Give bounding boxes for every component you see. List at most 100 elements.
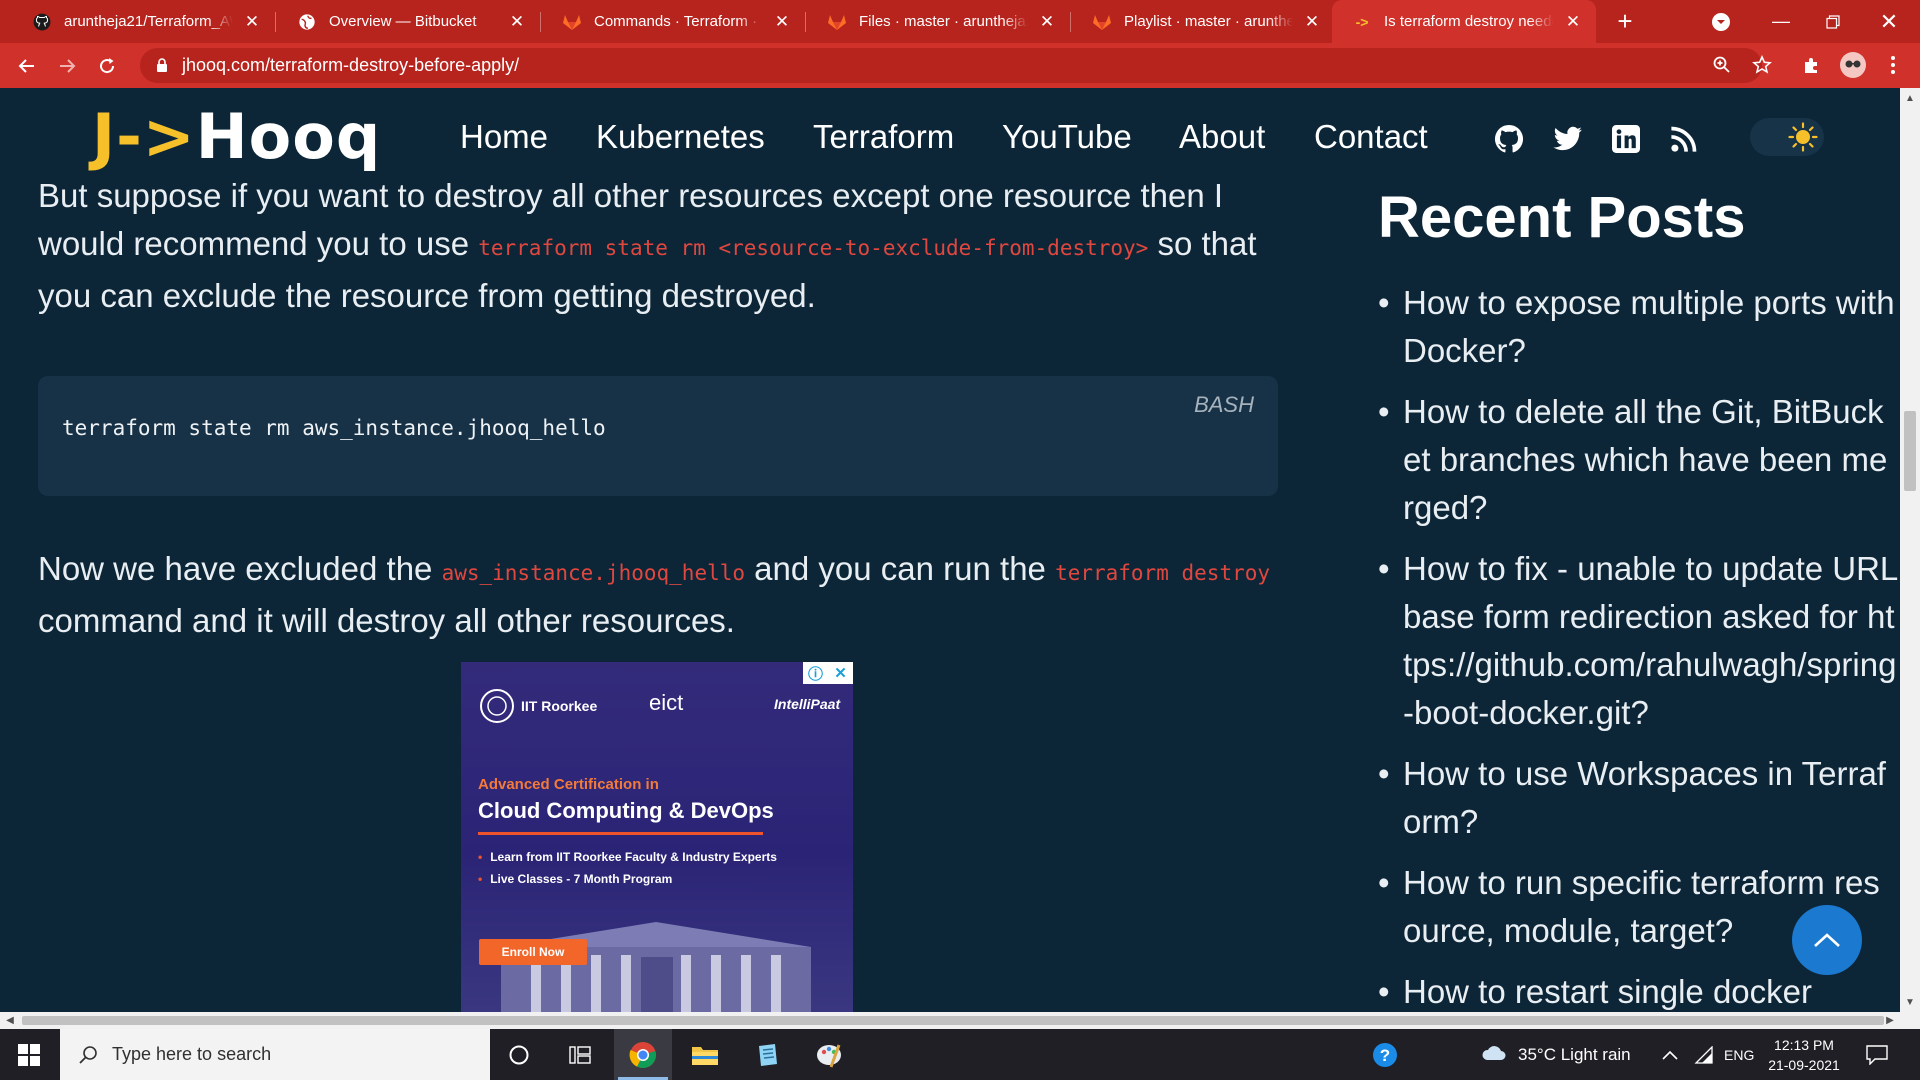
horizontal-scrollbar[interactable]: ◀ ▶ — [0, 1012, 1920, 1029]
ad-close-icon[interactable]: ✕ — [828, 662, 853, 684]
recent-post-link[interactable]: How to restart single docker — [1378, 968, 1898, 1012]
task-view-button[interactable] — [551, 1029, 609, 1080]
logo-arrow: J-> — [92, 100, 196, 173]
restore-button[interactable] — [1808, 0, 1858, 43]
help-tray-icon[interactable]: ? — [1372, 1029, 1398, 1080]
app-taskbar-button[interactable] — [738, 1029, 796, 1080]
restore-icon — [1826, 14, 1840, 29]
clock-time: 12:13 PM — [1774, 1037, 1834, 1053]
scroll-down-arrow-icon[interactable]: ▼ — [1902, 994, 1918, 1010]
profile-button[interactable] — [1838, 50, 1868, 80]
vertical-scrollbar[interactable]: ▲ ▼ — [1900, 88, 1920, 1012]
code-block[interactable]: BASH terraform state rm aws_instance.jho… — [38, 376, 1278, 496]
gitlab-icon — [827, 12, 847, 32]
web-page: J->Hooq Home Kubernetes Terraform YouTub… — [0, 88, 1900, 1012]
notes-app-icon — [759, 1043, 777, 1066]
address-bar[interactable]: jhooq.com/terraform-destroy-before-apply… — [140, 48, 1762, 83]
site-logo[interactable]: J->Hooq — [92, 100, 381, 173]
ad-divider — [478, 832, 763, 835]
tab-gitlab-files[interactable]: Files · master · aruntheja21 / ... ✕ — [807, 0, 1071, 43]
arrow-right-icon — [60, 59, 76, 73]
search-placeholder: Type here to search — [112, 1044, 272, 1064]
network-button[interactable] — [1694, 1029, 1714, 1080]
close-icon[interactable]: ✕ — [1562, 11, 1584, 33]
nav-kubernetes[interactable]: Kubernetes — [596, 118, 765, 156]
jhooq-icon: -> — [1355, 13, 1369, 30]
nav-terraform[interactable]: Terraform — [813, 118, 954, 156]
horizontal-scroll-thumb[interactable] — [22, 1016, 1884, 1025]
new-tab-button[interactable]: + — [1608, 0, 1642, 43]
file-explorer-button[interactable] — [676, 1029, 734, 1080]
tab-title: Playlist · master · aruntheja21 — [1124, 13, 1293, 30]
tab-title: aruntheja21/Terraform_AWS — [64, 13, 233, 30]
extensions-button[interactable] — [1797, 50, 1827, 80]
more-vert-icon — [1891, 56, 1895, 74]
vertical-scroll-thumb[interactable] — [1904, 411, 1916, 491]
paint-app-button[interactable] — [800, 1029, 858, 1080]
scroll-left-arrow-icon[interactable]: ◀ — [2, 1012, 18, 1028]
scroll-to-top-button[interactable] — [1792, 905, 1862, 975]
cortana-button[interactable] — [490, 1029, 548, 1080]
sun-icon — [1788, 122, 1818, 152]
close-window-button[interactable]: ✕ — [1862, 0, 1916, 43]
nav-youtube[interactable]: YouTube — [1002, 118, 1132, 156]
notifications-button[interactable] — [1866, 1029, 1888, 1080]
advertisement-banner[interactable]: ⓘ ✕ IIT Roorkee eict IntelliPaat Advance… — [461, 662, 853, 1012]
tab-github[interactable]: aruntheja21/Terraform_AWS ✕ — [12, 0, 276, 43]
github-icon[interactable] — [1492, 122, 1526, 156]
close-icon[interactable]: ✕ — [1036, 11, 1058, 33]
tab-jhooq-active[interactable]: -> Is terraform destroy needed ✕ — [1332, 0, 1596, 43]
menu-button[interactable] — [1878, 50, 1908, 80]
taskbar-search[interactable]: Type here to search — [60, 1029, 490, 1080]
recent-post-link[interactable]: How to expose multiple ports with Docker… — [1378, 279, 1898, 375]
minimize-button[interactable]: — — [1756, 0, 1806, 43]
nav-about[interactable]: About — [1179, 118, 1265, 156]
iit-roorkee-logo-icon — [480, 689, 514, 723]
gitlab-icon — [1092, 12, 1112, 32]
chevron-down-icon — [1712, 12, 1730, 31]
recent-post-link[interactable]: How to fix - unable to update URL base f… — [1378, 545, 1898, 737]
close-icon[interactable]: ✕ — [506, 11, 528, 33]
system-clock[interactable]: 12:13 PM 21-09-2021 — [1760, 1035, 1848, 1075]
twitter-icon[interactable] — [1551, 122, 1585, 156]
bookmark-button[interactable] — [1747, 50, 1777, 80]
start-button[interactable] — [0, 1029, 58, 1080]
enroll-now-button[interactable]: Enroll Now — [479, 939, 587, 965]
tab-bitbucket[interactable]: Overview — Bitbucket ✕ — [277, 0, 541, 43]
tab-gitlab-commands[interactable]: Commands · Terraform · arun ✕ — [542, 0, 806, 43]
paragraph-text: command and it will destroy all other re… — [38, 602, 735, 639]
ad-org-2: eict — [649, 690, 684, 715]
tab-gitlab-playlist[interactable]: Playlist · master · aruntheja21 ✕ — [1072, 0, 1335, 43]
input-language[interactable]: ENG — [1724, 1029, 1754, 1080]
reload-icon — [100, 58, 115, 74]
close-icon[interactable]: ✕ — [241, 11, 263, 33]
close-icon[interactable]: ✕ — [771, 11, 793, 33]
forward-button[interactable] — [52, 51, 82, 81]
tab-search-button[interactable] — [1704, 0, 1738, 43]
linkedin-icon[interactable] — [1609, 122, 1643, 156]
paragraph-destroy: Now we have excluded the aws_instance.jh… — [38, 545, 1278, 645]
back-button[interactable] — [12, 51, 42, 81]
weather-widget[interactable]: 35°C Light rain — [1480, 1029, 1631, 1080]
task-view-icon — [569, 1045, 591, 1064]
zoom-button[interactable] — [1707, 50, 1737, 80]
ad-org-3: IntelliPaat — [774, 696, 841, 712]
ad-info-icon[interactable]: ⓘ — [803, 662, 828, 684]
rss-icon[interactable] — [1667, 122, 1701, 156]
show-hidden-icons-button[interactable] — [1662, 1029, 1678, 1080]
chrome-taskbar-button[interactable] — [614, 1029, 672, 1080]
reload-button[interactable] — [92, 51, 122, 81]
scroll-up-arrow-icon[interactable]: ▲ — [1902, 90, 1918, 106]
scroll-right-arrow-icon[interactable]: ▶ — [1882, 1012, 1898, 1028]
close-icon[interactable]: ✕ — [1301, 11, 1323, 33]
theme-toggle[interactable] — [1750, 118, 1824, 156]
windows-icon — [18, 1043, 40, 1066]
recent-posts-heading: Recent Posts — [1378, 185, 1746, 250]
code-text[interactable]: terraform state rm aws_instance.jhooq_he… — [62, 416, 606, 440]
nav-contact[interactable]: Contact — [1314, 118, 1428, 156]
nav-home[interactable]: Home — [460, 118, 548, 156]
recent-posts-list: How to expose multiple ports with Docker… — [1378, 279, 1900, 1012]
recent-post-link[interactable]: How to delete all the Git, BitBucket bra… — [1378, 388, 1898, 532]
recent-post-link[interactable]: How to use Workspaces in Terraform? — [1378, 750, 1898, 846]
paragraph-exclude-resource: But suppose if you want to destroy all o… — [38, 172, 1278, 320]
